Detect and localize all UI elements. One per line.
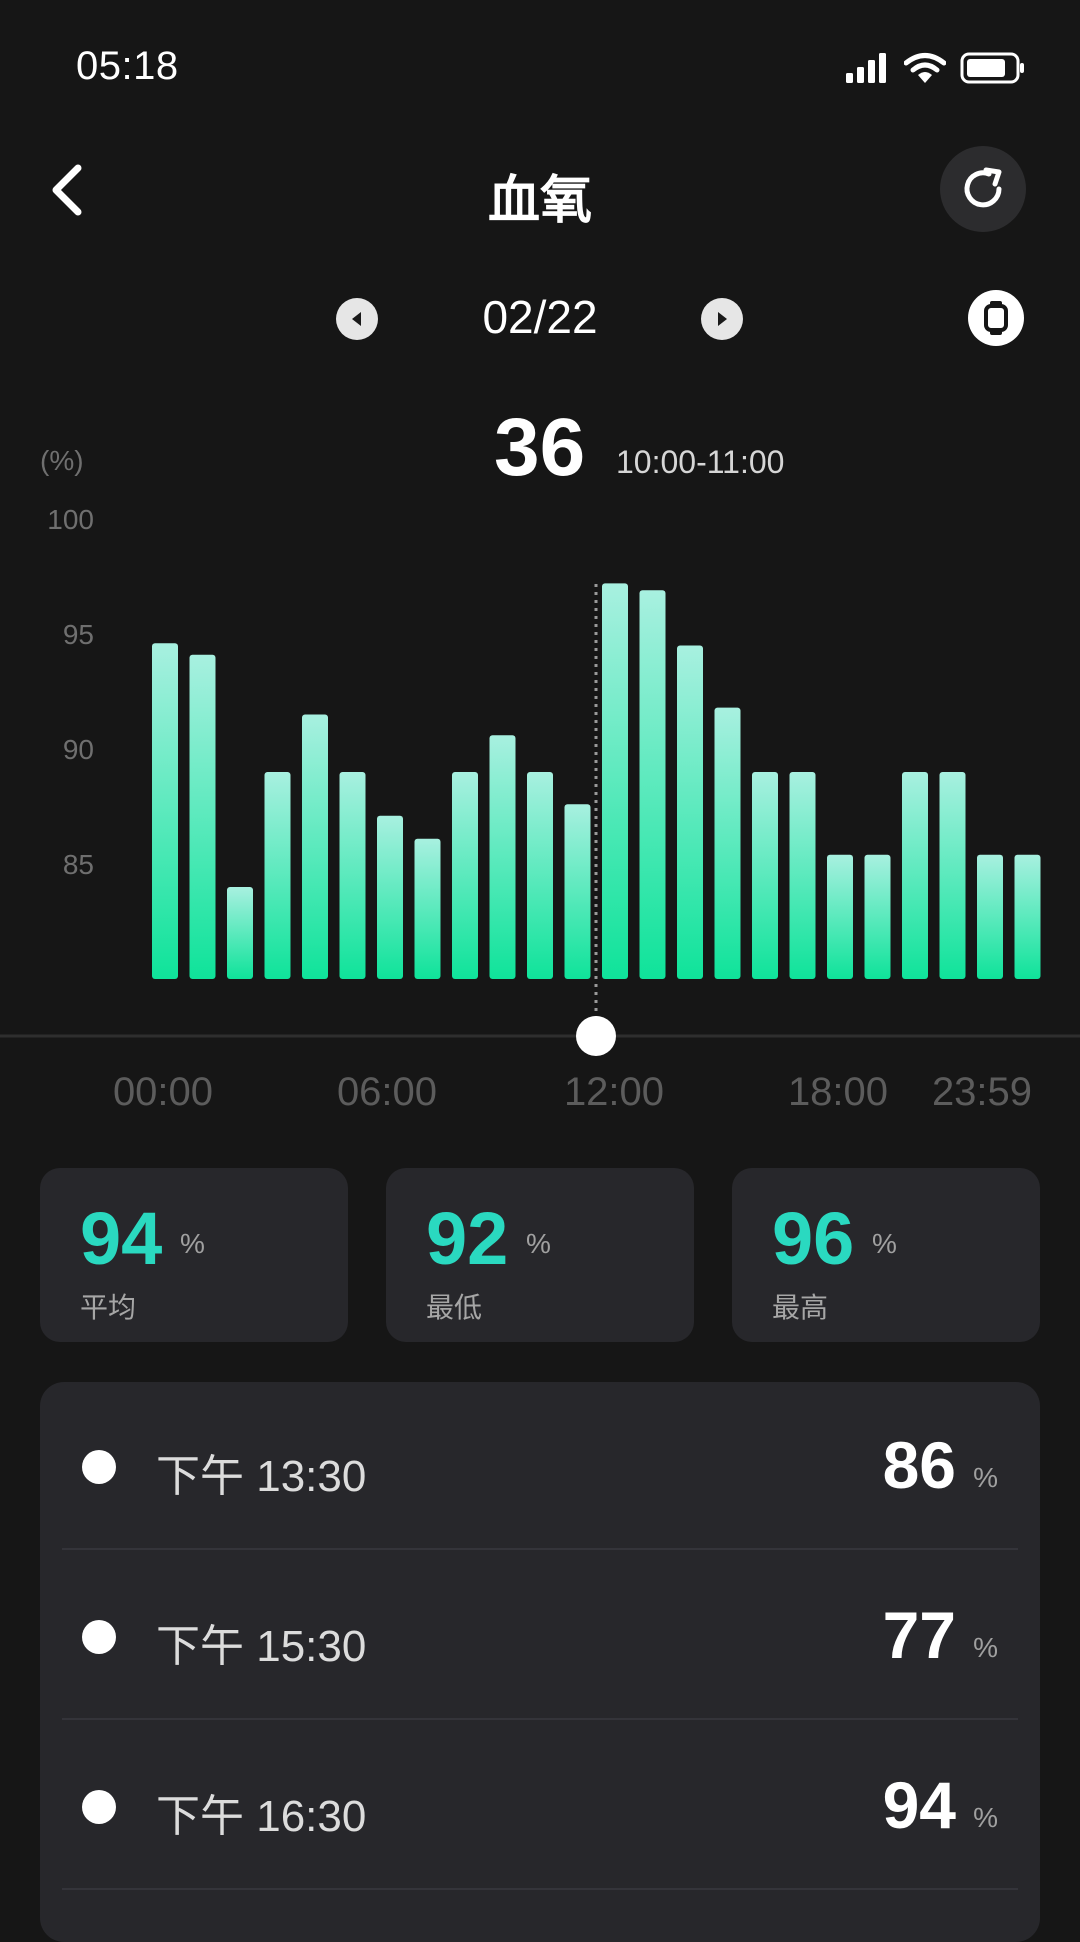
record-unit: %	[973, 1802, 998, 1833]
refresh-icon	[964, 167, 1002, 208]
spo2-bar-chart[interactable]: (%) 100 95 90 85 00:00 06:00 12:00 18:00 23:59	[0, 440, 1080, 1120]
x-tick-label: 00:00	[113, 1070, 213, 1114]
watch-icon	[984, 301, 1008, 335]
stat-max-unit: %	[872, 1228, 897, 1259]
bar[interactable]	[639, 590, 666, 979]
bar[interactable]	[264, 772, 291, 979]
bar[interactable]	[977, 854, 1003, 979]
bar[interactable]	[714, 707, 741, 979]
stat-average-unit: %	[180, 1228, 205, 1259]
record-unit: %	[973, 1462, 998, 1493]
record-value: 94	[882, 1768, 956, 1842]
bar[interactable]	[527, 772, 553, 979]
stat-min-value: 92	[426, 1197, 509, 1280]
bar[interactable]	[602, 583, 628, 979]
battery-icon	[960, 52, 1024, 84]
bar[interactable]	[939, 772, 966, 979]
previous-day-button[interactable]	[336, 298, 378, 340]
stat-max-value: 96	[772, 1197, 855, 1280]
bar[interactable]	[864, 854, 891, 979]
record-time: 下午 13:30	[156, 1452, 367, 1501]
bar[interactable]	[677, 645, 703, 980]
y-tick-label: 95	[63, 619, 94, 650]
divider	[62, 1718, 1018, 1720]
bar[interactable]	[152, 643, 178, 979]
record-time: 下午 16:30	[156, 1792, 367, 1841]
x-tick-label: 18:00	[788, 1070, 888, 1114]
divider	[62, 1888, 1018, 1890]
prev-icon	[352, 312, 361, 326]
record-unit: %	[973, 1632, 998, 1663]
record-dot-icon	[82, 1450, 116, 1484]
bar[interactable]	[789, 772, 816, 979]
bar[interactable]	[489, 735, 516, 979]
refresh-button[interactable]	[940, 146, 1026, 232]
bar[interactable]	[452, 772, 478, 979]
current-date: 02/22	[482, 291, 598, 343]
bar[interactable]	[339, 772, 366, 979]
cursor-handle[interactable]	[576, 1016, 616, 1056]
records-list: 下午 13:30 86 % 下午 15:30 77 % 下午 16:30 94 …	[40, 1382, 1040, 1942]
page-title: 血氧	[487, 172, 592, 230]
bar[interactable]	[302, 714, 328, 980]
bar[interactable]	[827, 854, 853, 979]
x-tick-label: 06:00	[337, 1070, 437, 1114]
bar[interactable]	[414, 838, 441, 979]
x-tick-label: 12:00	[564, 1070, 664, 1114]
status-time: 05:18	[76, 44, 179, 88]
bar[interactable]	[189, 654, 216, 979]
bar[interactable]	[1014, 854, 1041, 979]
next-day-button[interactable]	[701, 298, 743, 340]
y-axis: (%) 100 95 90 85	[40, 445, 94, 880]
record-value: 86	[882, 1428, 956, 1502]
record-time: 下午 15:30	[156, 1622, 367, 1671]
signal-icon	[846, 53, 886, 83]
watch-button[interactable]	[968, 290, 1024, 346]
y-unit-label: (%)	[40, 445, 84, 476]
stat-max-label: 最高	[772, 1292, 829, 1323]
stat-min-label: 最低	[426, 1292, 483, 1323]
record-item[interactable]: 下午 16:30 94 %	[40, 1722, 1040, 1892]
stat-average-label: 平均	[80, 1292, 137, 1323]
stat-average-value: 94	[80, 1197, 163, 1280]
bar[interactable]	[902, 772, 928, 979]
record-dot-icon	[82, 1620, 116, 1654]
record-value: 77	[882, 1598, 956, 1672]
x-tick-label: 23:59	[932, 1070, 1032, 1114]
record-dot-icon	[82, 1790, 116, 1824]
wifi-icon	[904, 53, 946, 83]
y-tick-label: 85	[63, 849, 94, 880]
bar[interactable]	[752, 772, 778, 979]
record-item[interactable]: 下午 13:30 86 %	[40, 1382, 1040, 1552]
y-tick-label: 100	[47, 504, 94, 535]
bar[interactable]	[227, 887, 253, 979]
bar[interactable]	[564, 804, 591, 979]
record-item[interactable]: 下午 15:30 77 %	[40, 1552, 1040, 1722]
bar[interactable]	[377, 815, 403, 979]
divider	[62, 1548, 1018, 1550]
x-axis: 00:00 06:00 12:00 18:00 23:59	[113, 1070, 1032, 1114]
stat-min-unit: %	[526, 1228, 551, 1259]
status-icons	[846, 48, 1026, 88]
y-tick-label: 90	[63, 734, 94, 765]
next-icon	[718, 312, 727, 326]
